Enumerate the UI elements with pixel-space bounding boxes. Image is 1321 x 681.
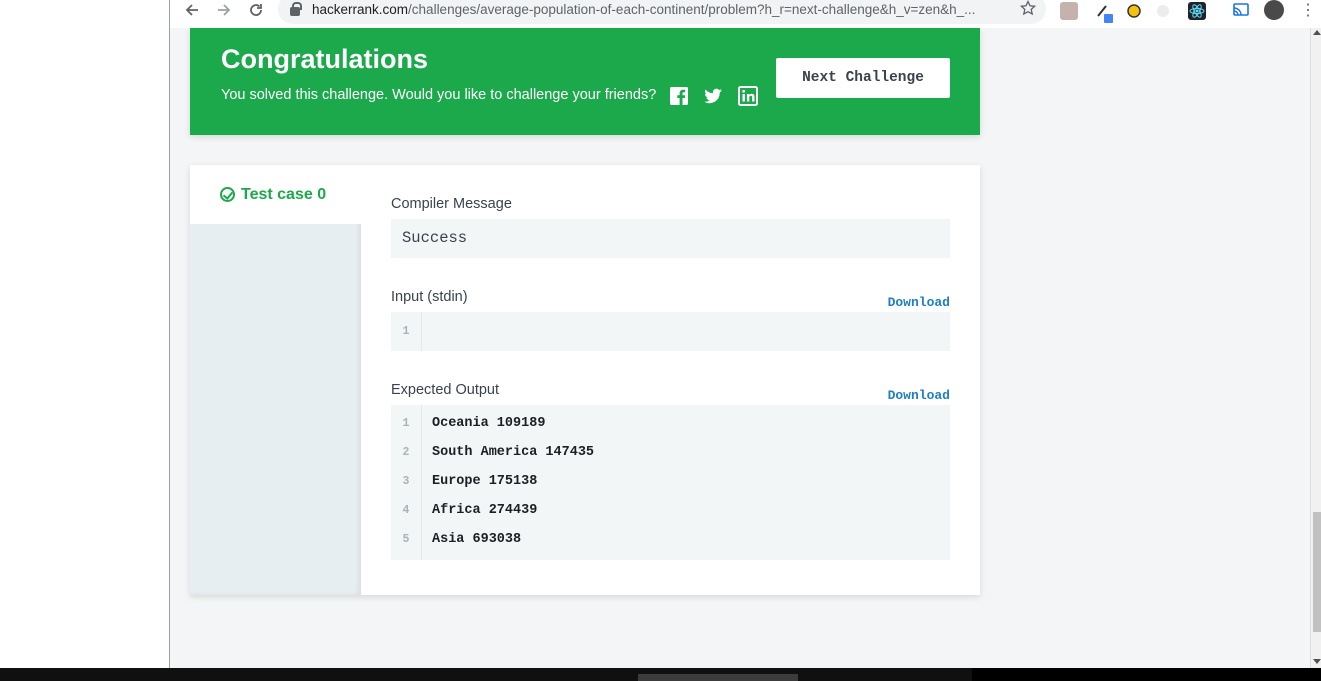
page-scrollbar[interactable] (1310, 28, 1321, 668)
output-gutter: 1 2 3 4 5 (391, 405, 422, 560)
url-host: hackerrank.com (312, 1, 409, 17)
cast-icon[interactable] (1232, 2, 1250, 20)
star-icon[interactable] (1020, 0, 1036, 16)
congratulations-banner: Congratulations You solved this challeng… (190, 28, 980, 135)
test-case-tabs: Test case 0 (190, 165, 361, 595)
address-bar[interactable]: hackerrank.com/challenges/average-popula… (278, 0, 1046, 24)
compiler-message-box: Success (391, 219, 950, 258)
url-text: hackerrank.com/challenges/average-popula… (312, 2, 1012, 17)
react-devtools-icon[interactable] (1188, 2, 1206, 20)
line-number: 3 (402, 475, 410, 488)
scroll-down-arrow-icon[interactable] (1313, 659, 1321, 664)
tab-test-case-0[interactable]: Test case 0 (190, 165, 361, 224)
desktop-background (0, 0, 169, 681)
line-number: 1 (402, 325, 410, 338)
arrow-left-icon (185, 4, 198, 16)
browser-window: hackerrank.com/challenges/average-popula… (169, 0, 1321, 668)
twitter-icon[interactable] (703, 86, 723, 106)
back-button[interactable] (176, 0, 208, 24)
taskbar (0, 668, 1321, 681)
check-circle-icon (220, 187, 235, 202)
reload-button[interactable] (240, 0, 272, 24)
test-results-panel: Test case 0 Compiler Message Success Inp… (190, 165, 980, 595)
facebook-icon[interactable] (669, 86, 689, 106)
line-number: 2 (402, 446, 410, 459)
scroll-thumb[interactable] (1313, 512, 1321, 632)
browser-toolbar: hackerrank.com/challenges/average-popula… (170, 0, 1321, 28)
line-number: 1 (402, 417, 410, 430)
compiler-message-label: Compiler Message (391, 196, 512, 212)
input-box: 1 (391, 312, 950, 351)
output-lines: Oceania 109189 South America 147435 Euro… (422, 405, 950, 560)
arrow-right-icon (218, 4, 231, 16)
output-download-link[interactable]: Download (888, 388, 950, 403)
expected-output-label: Expected Output (391, 382, 500, 398)
lock-icon (290, 1, 302, 16)
line-number: 4 (402, 504, 410, 517)
input-line (432, 317, 950, 346)
input-lines (422, 312, 950, 351)
output-line: Asia 693038 (432, 532, 522, 547)
scroll-up-arrow-icon[interactable] (1313, 30, 1321, 35)
avatar[interactable] (1264, 0, 1284, 20)
expected-output-box: 1 2 3 4 5 Oceania 109189 South America 1… (391, 405, 950, 560)
input-download-link[interactable]: Download (888, 295, 950, 310)
circle-extension-icon[interactable] (1157, 5, 1169, 17)
linkedin-icon[interactable] (738, 86, 758, 106)
taskbar-item[interactable] (638, 674, 798, 681)
browser-menu-icon[interactable]: ⋮ (1300, 0, 1316, 26)
tab-label: Test case 0 (241, 185, 327, 203)
taskbar-tray (972, 668, 1321, 681)
reload-icon (250, 4, 262, 16)
congrats-title: Congratulations (221, 44, 428, 74)
output-line: Oceania 109189 (432, 416, 546, 431)
pdf-extension-icon[interactable] (1060, 2, 1078, 20)
output-line: Europe 175138 (432, 474, 538, 489)
input-label: Input (stdin) (391, 289, 468, 305)
congrats-message: You solved this challenge. Would you lik… (221, 87, 657, 103)
next-challenge-button[interactable]: Next Challenge (776, 58, 950, 98)
page-content: Congratulations You solved this challeng… (170, 28, 1310, 668)
line-number: 5 (402, 533, 410, 546)
output-line: Africa 274439 (432, 503, 538, 518)
url-path: /challenges/average-population-of-each-c… (408, 1, 976, 17)
hand-extension-icon[interactable] (1125, 2, 1143, 20)
forward-button[interactable] (208, 0, 240, 24)
input-gutter: 1 (391, 312, 422, 351)
eyedropper-extension-icon[interactable] (1095, 2, 1113, 23)
output-line: South America 147435 (432, 445, 595, 460)
